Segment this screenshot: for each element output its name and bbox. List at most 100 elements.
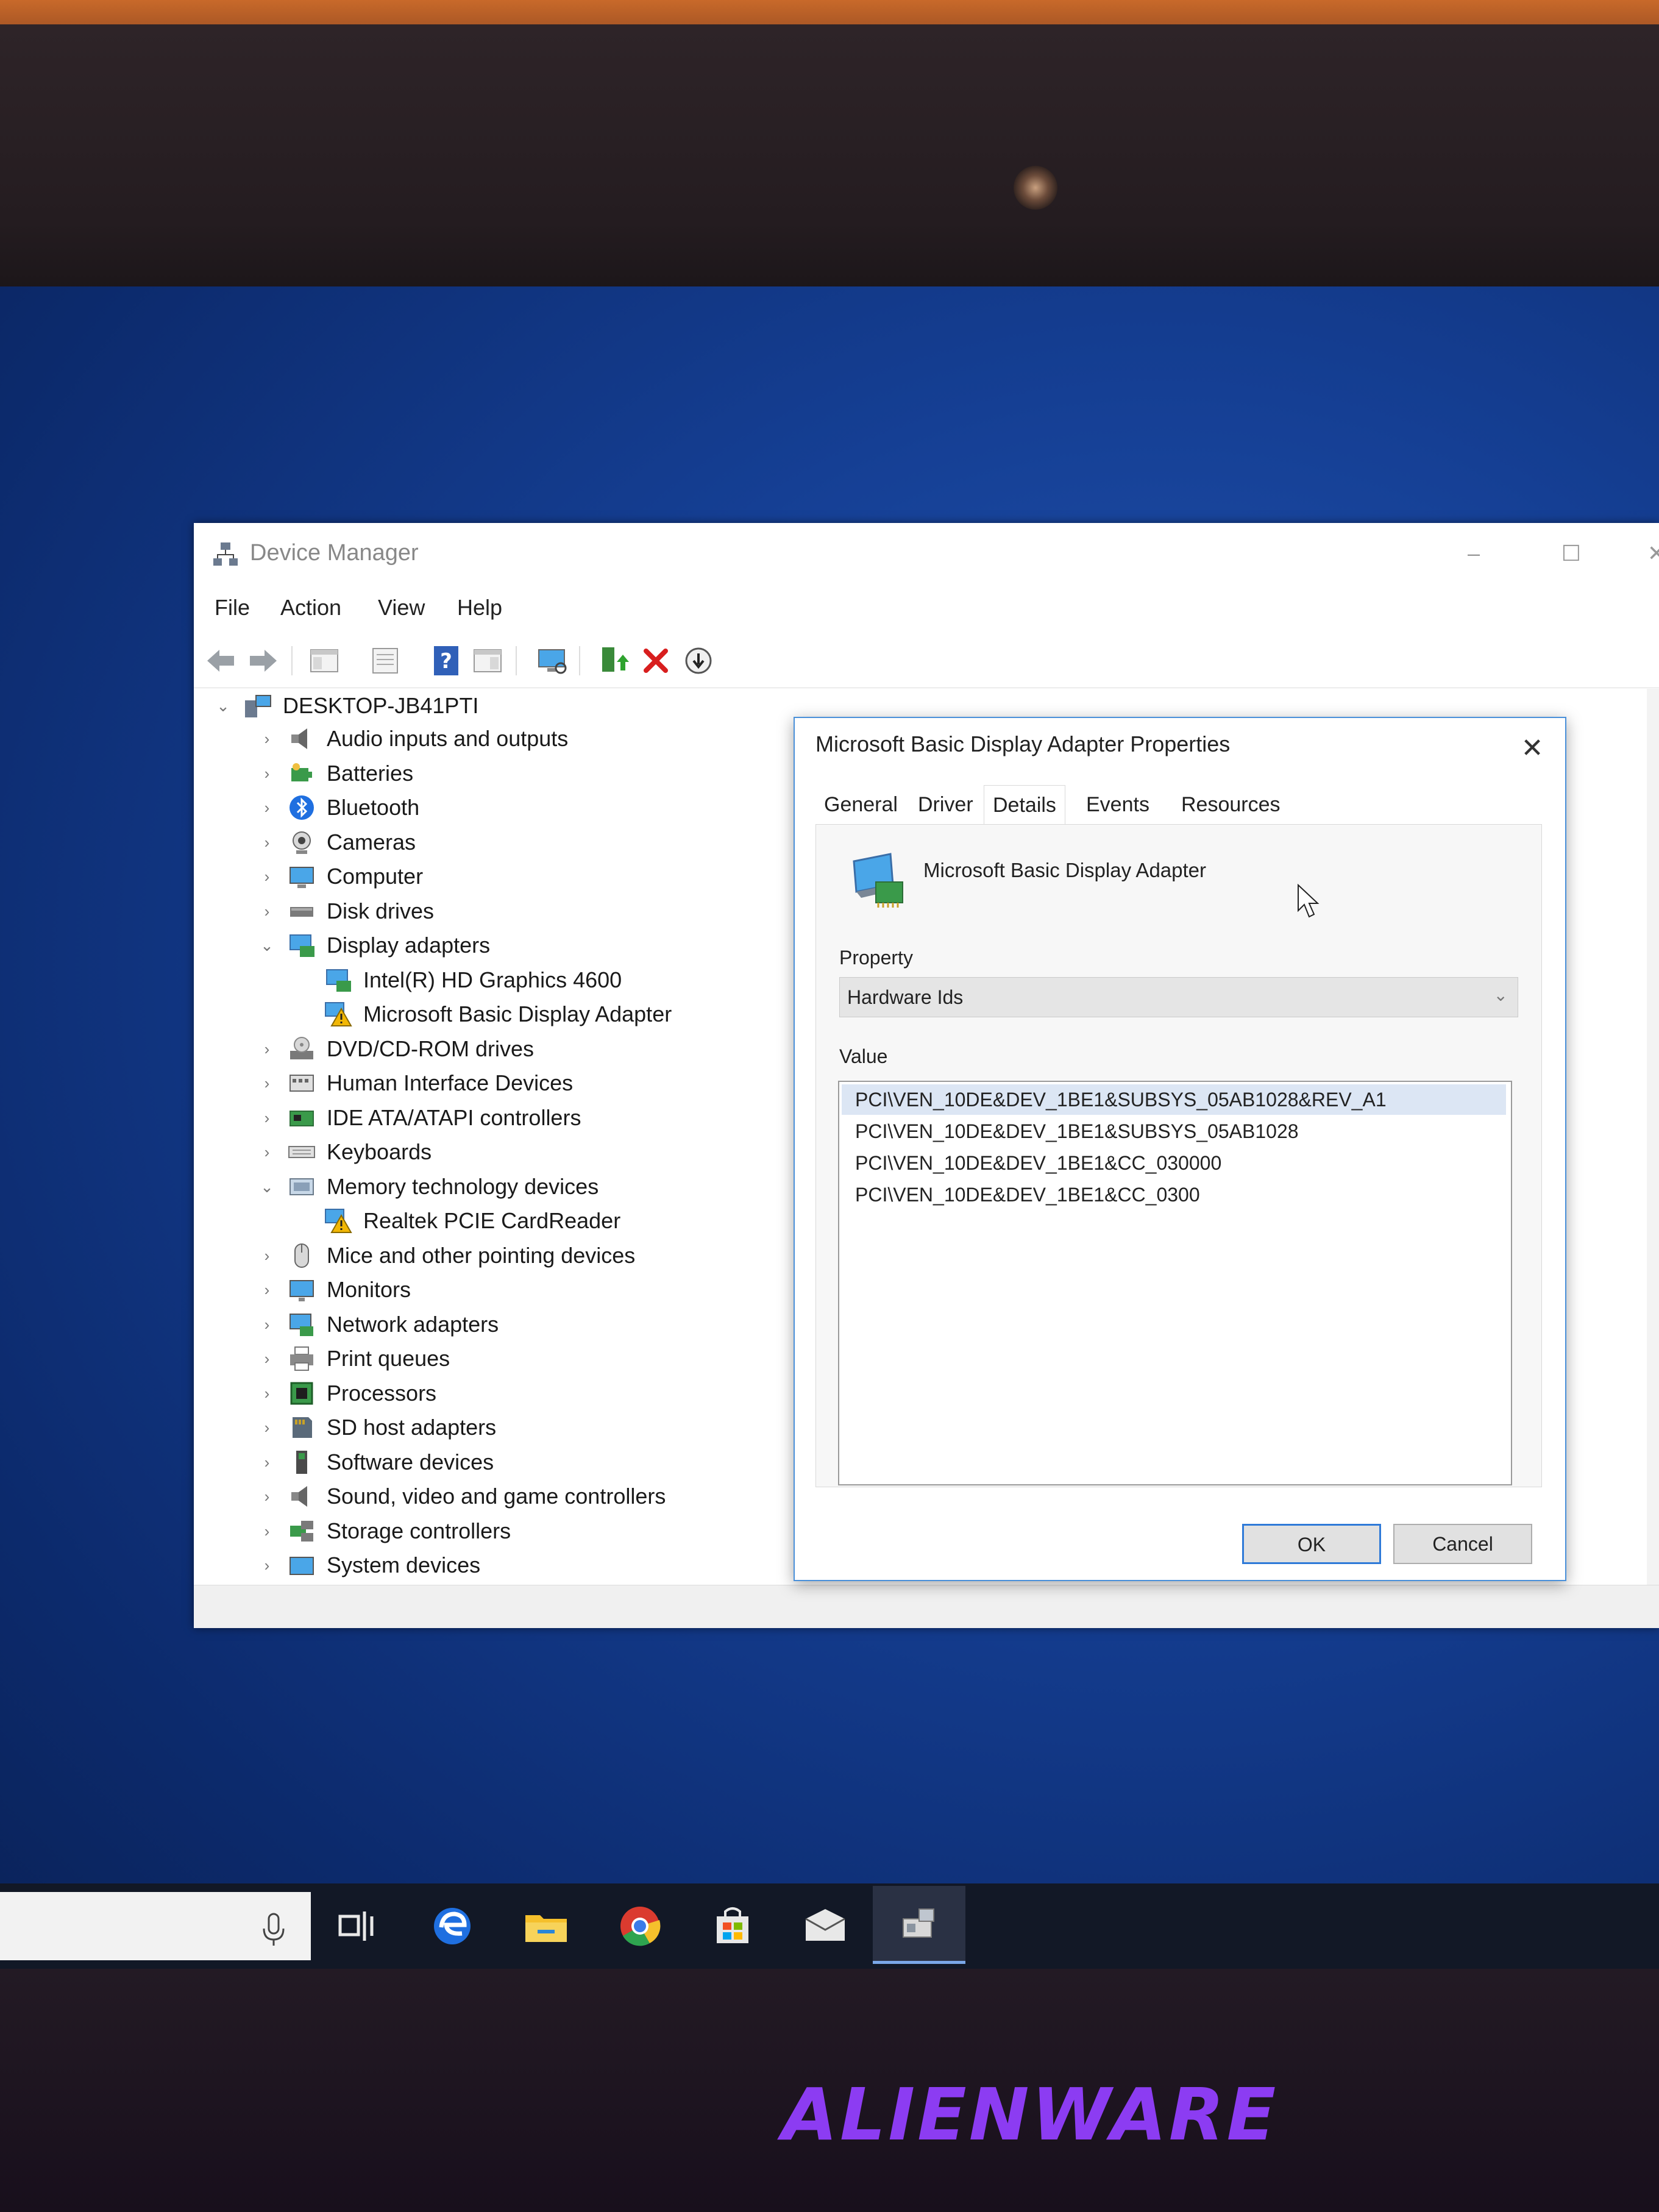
tree-category-item[interactable]: › Network adapters <box>255 1307 499 1342</box>
value-list[interactable]: PCI\VEN_10DE&DEV_1BE1&SUBSYS_05AB1028&RE… <box>838 1081 1512 1485</box>
taskbar <box>0 1883 1659 1969</box>
chevron-right-icon[interactable]: › <box>255 1522 279 1541</box>
scan-hardware-changes-icon[interactable] <box>535 644 569 678</box>
tab-details[interactable]: Details <box>984 785 1065 825</box>
menu-view[interactable]: View <box>378 595 425 621</box>
tree-category-item[interactable]: › Human Interface Devices <box>255 1066 574 1100</box>
value-row[interactable]: PCI\VEN_10DE&DEV_1BE1&CC_0300 <box>842 1179 1506 1210</box>
chevron-right-icon[interactable]: › <box>255 867 279 886</box>
tree-category-item[interactable]: › Mice and other pointing devices <box>255 1239 635 1273</box>
chevron-right-icon[interactable]: › <box>255 833 279 852</box>
chevron-right-icon[interactable]: › <box>255 1040 279 1059</box>
memory-icon <box>290 1178 314 1195</box>
tree-child-item[interactable]: Microsoft Basic Display Adapter <box>291 997 672 1031</box>
action-pane-icon[interactable] <box>471 644 505 678</box>
disable-device-icon[interactable] <box>681 644 716 678</box>
value-label: Value <box>839 1045 888 1067</box>
show-hide-console-tree-icon[interactable] <box>307 644 341 678</box>
tree-category-item[interactable]: › Cameras <box>255 825 416 859</box>
tree-category-item[interactable]: › Computer <box>255 859 423 894</box>
chevron-right-icon[interactable]: › <box>255 1384 279 1403</box>
tree-category-item[interactable]: › Sound, video and game controllers <box>255 1479 666 1513</box>
chevron-right-icon[interactable]: › <box>255 902 279 921</box>
value-row[interactable]: PCI\VEN_10DE&DEV_1BE1&SUBSYS_05AB1028 <box>842 1116 1506 1147</box>
value-row[interactable]: PCI\VEN_10DE&DEV_1BE1&CC_030000 <box>842 1148 1506 1178</box>
store-icon[interactable] <box>708 1902 757 1951</box>
dialog-close-button[interactable]: ✕ <box>1514 730 1551 767</box>
tab-general[interactable]: General <box>815 785 906 824</box>
edge-browser-icon[interactable] <box>428 1902 477 1951</box>
chevron-right-icon[interactable]: › <box>255 1109 279 1128</box>
help-icon[interactable]: ? <box>429 644 463 678</box>
camera-icon <box>293 831 311 854</box>
chevron-right-icon[interactable]: › <box>255 1281 279 1300</box>
tree-item-label: Cameras <box>327 830 416 855</box>
taskbar-search-box[interactable] <box>0 1892 311 1960</box>
properties-sheet-icon[interactable] <box>368 644 402 678</box>
tree-category-item[interactable]: › Audio inputs and outputs <box>255 722 569 756</box>
tree-category-item[interactable]: › Monitors <box>255 1273 411 1307</box>
forward-arrow-icon[interactable] <box>246 644 280 678</box>
chevron-right-icon[interactable]: › <box>255 1074 279 1093</box>
tab-resources[interactable]: Resources <box>1173 785 1289 824</box>
close-button[interactable]: ✕ <box>1632 535 1659 572</box>
tree-item-label: DVD/CD-ROM drives <box>327 1036 535 1061</box>
chevron-right-icon[interactable]: › <box>255 1350 279 1368</box>
tab-driver[interactable]: Driver <box>909 785 982 824</box>
task-view-icon[interactable] <box>334 1902 383 1951</box>
tree-category-item[interactable]: ⌄ Display adapters <box>255 928 490 962</box>
device-name: Microsoft Basic Display Adapter <box>923 859 1207 881</box>
tree-root[interactable]: ⌄ DESKTOP-JB41PTI <box>211 689 478 723</box>
chevron-right-icon[interactable]: › <box>255 764 279 783</box>
tree-category-item[interactable]: › SD host adapters <box>255 1410 497 1445</box>
tab-events[interactable]: Events <box>1078 785 1158 824</box>
tree-category-item[interactable]: › Print queues <box>255 1342 450 1376</box>
tree-category-item[interactable]: › Bluetooth <box>255 791 419 825</box>
chevron-right-icon[interactable]: › <box>255 1315 279 1334</box>
uninstall-device-icon[interactable] <box>639 644 673 678</box>
maximize-button[interactable]: ☐ <box>1547 535 1596 572</box>
chevron-right-icon[interactable]: › <box>255 1556 279 1575</box>
mail-icon[interactable] <box>801 1902 850 1951</box>
property-select[interactable]: Hardware Ids ⌄ <box>839 977 1518 1017</box>
speaker-icon <box>291 728 307 749</box>
chevron-right-icon[interactable]: › <box>255 730 279 749</box>
tree-category-item[interactable]: ⌄ Memory technology devices <box>255 1170 599 1204</box>
tree-item-label: System devices <box>327 1552 481 1577</box>
tree-category-item[interactable]: › System devices <box>255 1548 480 1582</box>
tree-scrollbar[interactable] <box>1647 689 1659 1585</box>
chevron-right-icon[interactable]: › <box>255 1143 279 1162</box>
back-arrow-icon[interactable] <box>204 644 238 678</box>
chevron-right-icon[interactable]: › <box>255 1418 279 1437</box>
chevron-down-icon[interactable]: ⌄ <box>255 1178 279 1197</box>
tree-category-item[interactable]: › Batteries <box>255 756 413 791</box>
value-row[interactable]: PCI\VEN_10DE&DEV_1BE1&SUBSYS_05AB1028&RE… <box>842 1084 1506 1115</box>
tree-category-item[interactable]: › Storage controllers <box>255 1514 511 1548</box>
microphone-icon[interactable] <box>258 1911 289 1948</box>
webcam <box>1014 166 1057 210</box>
menu-file[interactable]: File <box>215 595 250 621</box>
chevron-down-icon[interactable]: ⌄ <box>255 936 279 955</box>
tree-category-item[interactable]: › Processors <box>255 1376 436 1410</box>
tree-category-item[interactable]: › DVD/CD-ROM drives <box>255 1032 534 1066</box>
chevron-right-icon[interactable]: › <box>255 798 279 817</box>
tree-category-item[interactable]: › Software devices <box>255 1445 494 1479</box>
ok-button[interactable]: OK <box>1242 1524 1381 1564</box>
tree-category-item[interactable]: › Disk drives <box>255 894 434 928</box>
tree-child-item[interactable]: Intel(R) HD Graphics 4600 <box>291 963 622 997</box>
tree-child-item[interactable]: Realtek PCIE CardReader <box>291 1204 620 1238</box>
chevron-right-icon[interactable]: › <box>255 1453 279 1472</box>
file-explorer-icon[interactable] <box>522 1902 570 1951</box>
menu-action[interactable]: Action <box>280 595 341 621</box>
device-manager-taskbar-button[interactable] <box>873 1886 965 1964</box>
tree-category-item[interactable]: › Keyboards <box>255 1135 432 1169</box>
menu-help[interactable]: Help <box>457 595 502 621</box>
chrome-icon[interactable] <box>616 1902 664 1951</box>
minimize-button[interactable]: – <box>1449 535 1498 572</box>
chevron-down-icon[interactable]: ⌄ <box>211 697 235 716</box>
chevron-right-icon[interactable]: › <box>255 1246 279 1265</box>
cancel-button[interactable]: Cancel <box>1393 1524 1532 1564</box>
update-driver-icon[interactable] <box>596 644 630 678</box>
tree-category-item[interactable]: › IDE ATA/ATAPI controllers <box>255 1101 581 1135</box>
chevron-right-icon[interactable]: › <box>255 1487 279 1506</box>
